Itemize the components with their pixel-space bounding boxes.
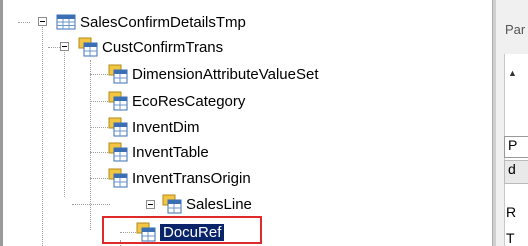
datasource-icon [78, 37, 98, 57]
collapse-toggle-salesline[interactable] [146, 200, 155, 209]
tree-line [90, 74, 110, 75]
tree-node-label: SalesConfirmDetailsTmp [80, 13, 246, 31]
datasource-icon [108, 117, 128, 137]
tree-node-label: InventTable [132, 143, 209, 161]
datasource-icon [108, 64, 128, 84]
datasource-icon [108, 91, 128, 111]
tree-line [90, 127, 110, 128]
collapse-toggle-root[interactable] [38, 17, 47, 26]
grid-cell[interactable]: P [504, 136, 528, 158]
tree-node-label: EcoResCategory [132, 92, 246, 110]
datasource-icon [108, 142, 128, 162]
tree-node-label: DimensionAttributeValueSet [132, 65, 319, 83]
grid-cell[interactable]: T [506, 230, 515, 246]
tree-line [42, 22, 43, 246]
tree-line [90, 178, 110, 179]
tree-line [18, 22, 30, 23]
tree-line [72, 204, 110, 205]
tree-node-root[interactable]: SalesConfirmDetailsTmp [56, 10, 246, 34]
tree-node-ecorescategory[interactable]: EcoResCategory [108, 89, 245, 113]
highlight-annotation-box [102, 216, 262, 244]
tree-line [90, 101, 110, 102]
tree-node-inventtable[interactable]: InventTable [108, 140, 209, 164]
tree-node-label: CustConfirmTrans [102, 38, 224, 56]
collapse-toggle-custconfirmtrans[interactable] [60, 42, 69, 51]
datasource-icon [108, 168, 128, 188]
properties-panel: Par ▲ P d R T [496, 0, 528, 246]
table-icon [56, 14, 76, 30]
tree-node-label: SalesLine [186, 195, 252, 213]
tree-node-inventtransorigin[interactable]: InventTransOrigin [108, 166, 251, 190]
tree-left-edge [0, 0, 3, 246]
tree-node-salesline[interactable]: SalesLine [162, 192, 252, 216]
sort-ascending-icon[interactable]: ▲ [508, 68, 517, 78]
grid-cell[interactable]: d [504, 160, 528, 184]
tree-view[interactable]: SalesConfirmDetailsTmp CustConfirmTrans … [0, 0, 492, 246]
tree-node-label: InventTransOrigin [132, 169, 251, 187]
tree-node-label: InventDim [132, 118, 200, 136]
tree-node-inventdim[interactable]: InventDim [108, 115, 200, 139]
tree-node-custconfirmtrans[interactable]: CustConfirmTrans [78, 35, 223, 59]
tree-line [64, 47, 65, 197]
panel-label: Par [505, 22, 526, 37]
tree-node-dimensionattributevalueset[interactable]: DimensionAttributeValueSet [108, 62, 319, 86]
tree-line [90, 152, 110, 153]
datasource-icon [162, 194, 182, 214]
grid-cell[interactable]: R [506, 204, 516, 220]
